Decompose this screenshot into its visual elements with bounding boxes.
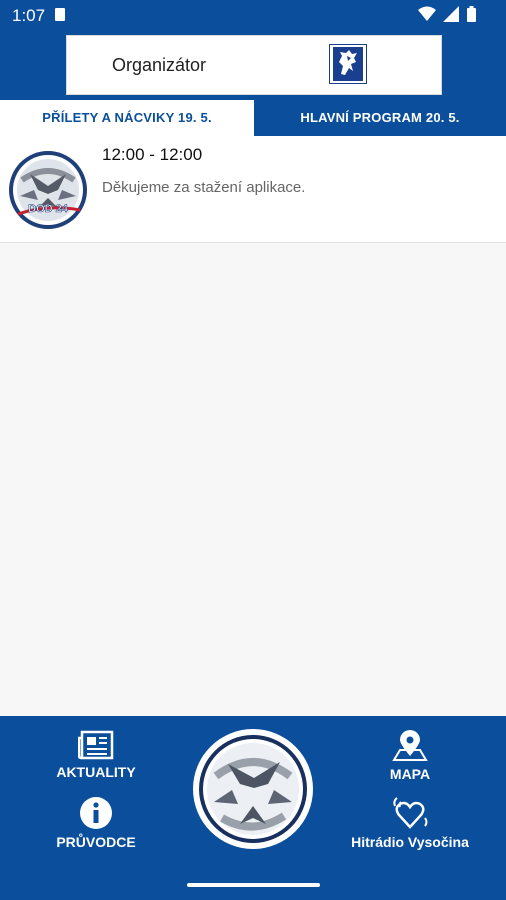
organizer-label: Organizátor	[112, 55, 207, 75]
status-bar: 1:07	[0, 0, 506, 32]
wifi-icon	[417, 6, 436, 21]
list-item[interactable]: DOD 24 12:00 - 12:00 Děkujeme za stažení…	[0, 136, 506, 243]
sd-card-icon	[55, 8, 65, 21]
organizer-banner[interactable]: Organizátor	[66, 35, 442, 95]
signal-icon	[443, 6, 460, 22]
nav-guide-label: PRŮVODCE	[56, 834, 136, 850]
bottom-navigation: AKTUALITY PRŮVODCE MAPA Hitrádio Vysočin…	[0, 716, 506, 900]
gesture-bar	[187, 883, 320, 887]
nav-map-label: MAPA	[389, 766, 431, 782]
info-icon	[80, 797, 112, 829]
radio-heart-icon	[393, 797, 428, 829]
nav-map[interactable]: MAPA	[362, 730, 458, 784]
event-logo-text: DOD 24	[28, 203, 69, 215]
organizer-logo	[329, 44, 367, 84]
status-icons	[415, 6, 476, 26]
nav-news[interactable]: AKTUALITY	[48, 730, 144, 782]
tab-arrivals[interactable]: PŘÍLETY A NÁCVIKY 19. 5.	[0, 100, 254, 136]
day-tabs: PŘÍLETY A NÁCVIKY 19. 5. HLAVNÍ PROGRAM …	[0, 100, 506, 136]
nav-radio-label: Hitrádio Vysočina	[351, 834, 469, 850]
event-description: Děkujeme za stažení aplikace.	[102, 179, 306, 196]
nav-news-label: AKTUALITY	[56, 764, 136, 780]
battery-icon	[467, 6, 476, 22]
home-logo-button[interactable]	[192, 728, 314, 850]
newspaper-icon	[78, 730, 114, 760]
map-pin-icon	[392, 730, 428, 761]
event-time: 12:00 - 12:00	[102, 145, 203, 164]
status-time: 1:07	[12, 6, 46, 25]
app-header: 1:07 Organizátor	[0, 0, 506, 100]
event-logo: DOD 24	[9, 151, 87, 229]
tab-main-program[interactable]: HLAVNÍ PROGRAM 20. 5.	[254, 100, 506, 136]
nav-guide[interactable]: PRŮVODCE	[48, 796, 144, 852]
program-list: DOD 24 12:00 - 12:00 Děkujeme za stažení…	[0, 136, 506, 716]
nav-radio[interactable]: Hitrádio Vysočina	[340, 796, 480, 852]
